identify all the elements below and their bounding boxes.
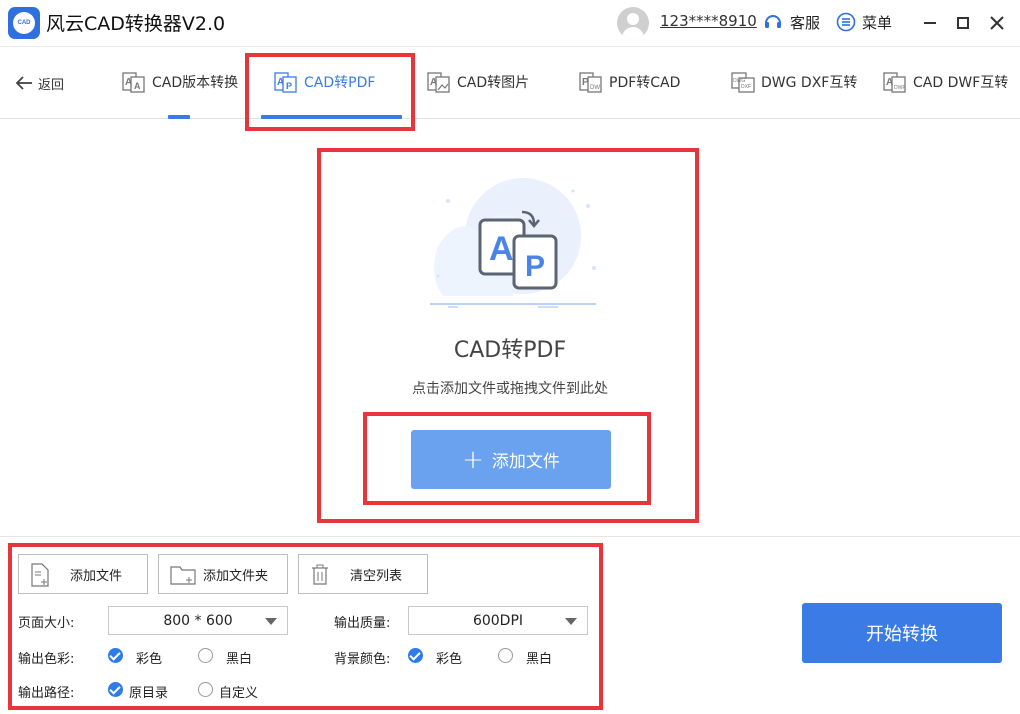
- svg-text:DW: DW: [590, 85, 600, 91]
- menu-icon[interactable]: [836, 12, 856, 32]
- cad-version-icon: A A: [122, 72, 145, 93]
- pdf-to-cad-icon: P DW: [579, 72, 602, 93]
- tab-pdf-to-cad[interactable]: P DW PDF转CAD: [579, 67, 680, 97]
- function-tabs: 返回 A A CAD版本转换 A P CAD转PDF A CAD转图片 P DW…: [0, 46, 1020, 119]
- start-convert-button[interactable]: 开始转换: [802, 603, 1002, 663]
- tab-label: CAD转图片: [457, 75, 530, 91]
- cad-dwf-icon: A DWF: [883, 72, 906, 93]
- dwg-dxf-icon: DWG DXF: [731, 72, 755, 93]
- svg-text:A: A: [125, 77, 132, 88]
- tab-label: CAD DWF互转: [913, 75, 1009, 91]
- page-size-select[interactable]: 800 * 600: [108, 606, 288, 635]
- menu-button[interactable]: 菜单: [862, 12, 892, 33]
- output-path-label: 输出路径:: [18, 686, 75, 701]
- tab-cad-dwf[interactable]: A DWF CAD DWF互转: [883, 67, 1008, 97]
- back-button[interactable]: 返回: [14, 73, 64, 93]
- folder-icon: [170, 566, 196, 585]
- output-color-color-radio[interactable]: [108, 648, 123, 663]
- app-logo-text: CAD: [13, 12, 35, 34]
- highlight-frame-add-button: [363, 412, 651, 505]
- background-color-label: 背景颜色:: [334, 652, 391, 667]
- background-color-bw-label: 黑白: [526, 652, 553, 667]
- quality-label: 输出质量:: [334, 616, 391, 631]
- page-size-label: 页面大小:: [18, 616, 75, 631]
- page-size-value: 800 * 600: [163, 612, 233, 629]
- tab-indicator-small: [168, 115, 190, 119]
- minimize-icon[interactable]: [919, 12, 941, 34]
- svg-text:A: A: [134, 81, 141, 91]
- avatar[interactable]: [617, 7, 649, 39]
- output-color-bw-label: 黑白: [226, 652, 253, 667]
- back-label: 返回: [38, 77, 65, 93]
- username-link[interactable]: 123****8910: [660, 12, 757, 30]
- tab-label: CAD版本转换: [152, 75, 239, 91]
- headset-icon[interactable]: [763, 12, 783, 32]
- clear-list-button[interactable]: 清空列表: [298, 554, 428, 594]
- output-path-custom-radio[interactable]: [198, 682, 213, 697]
- add-folder-button[interactable]: 添加文件夹: [158, 554, 288, 594]
- maximize-icon[interactable]: [952, 12, 974, 34]
- svg-text:DWF: DWF: [894, 85, 905, 91]
- add-file-label: 添加文件: [70, 568, 123, 584]
- add-file-button[interactable]: 添加文件: [18, 554, 148, 594]
- quality-select[interactable]: 600DPI: [408, 606, 588, 635]
- svg-text:A: A: [886, 77, 893, 88]
- background-color-color-radio[interactable]: [408, 648, 423, 663]
- app-title: 风云CAD转换器V2.0: [46, 13, 226, 35]
- output-color-color-label: 彩色: [136, 652, 163, 667]
- quality-value: 600DPI: [472, 612, 524, 629]
- add-folder-label: 添加文件夹: [203, 568, 269, 584]
- background-color-color-label: 彩色: [436, 652, 463, 667]
- add-file-icon: [31, 563, 49, 587]
- tab-label: DWG DXF互转: [761, 75, 858, 91]
- clear-list-label: 清空列表: [350, 568, 403, 584]
- svg-text:DXF: DXF: [741, 84, 751, 90]
- divider: [0, 536, 1020, 537]
- highlight-frame-tab: [245, 53, 415, 131]
- service-button[interactable]: 客服: [790, 12, 820, 33]
- output-path-custom-label: 自定义: [219, 686, 259, 701]
- title-bar: CAD 风云CAD转换器V2.0 123****8910 客服 菜单: [0, 0, 1020, 46]
- app-logo: CAD: [8, 7, 40, 39]
- tab-cad-version[interactable]: A A CAD版本转换: [122, 67, 238, 97]
- trash-icon: [312, 564, 328, 585]
- close-icon[interactable]: [986, 12, 1008, 34]
- output-path-original-label: 原目录: [129, 686, 169, 701]
- background-color-bw-radio[interactable]: [498, 648, 513, 663]
- tab-dwg-dxf[interactable]: DWG DXF DWG DXF互转: [731, 67, 857, 97]
- output-path-original-radio[interactable]: [108, 682, 123, 697]
- cad-to-image-icon: A: [427, 72, 450, 93]
- chevron-down-icon: [565, 618, 577, 625]
- tab-cad-to-image[interactable]: A CAD转图片: [427, 67, 529, 97]
- chevron-down-icon: [265, 618, 277, 625]
- arrow-left-icon: [15, 76, 32, 90]
- output-color-label: 输出色彩:: [18, 652, 75, 667]
- svg-text:P: P: [582, 77, 589, 88]
- output-color-bw-radio[interactable]: [198, 648, 213, 663]
- tab-label: PDF转CAD: [609, 75, 681, 91]
- svg-text:A: A: [430, 77, 437, 88]
